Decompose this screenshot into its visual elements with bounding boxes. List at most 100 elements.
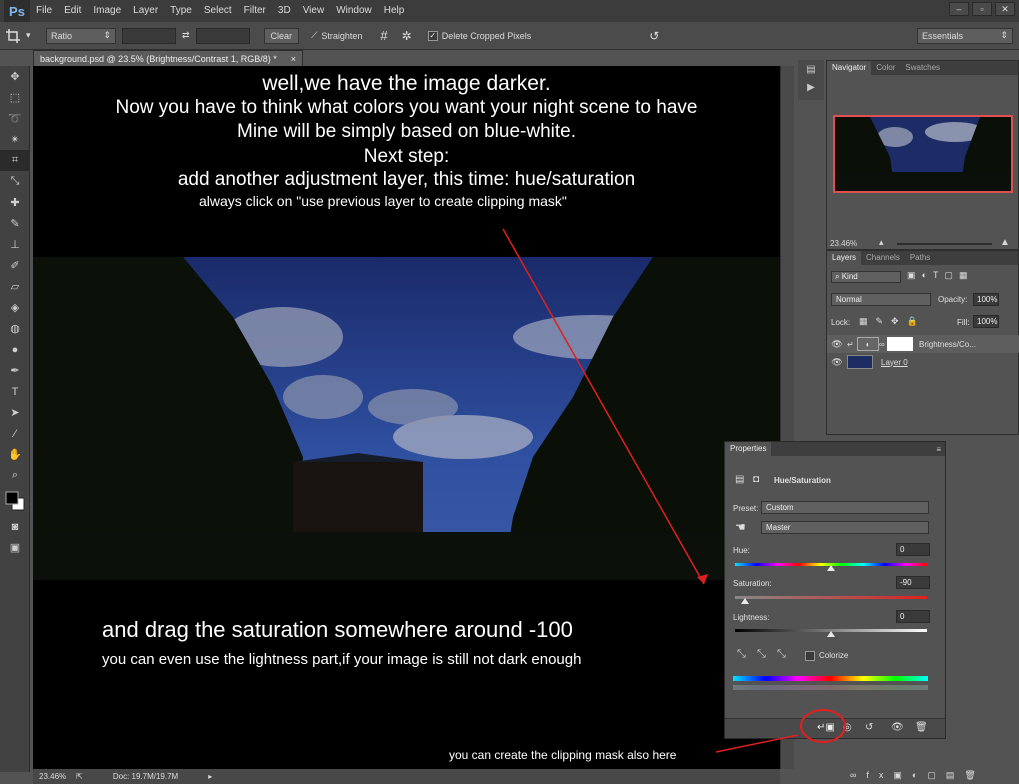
eyedropper-plus-icon[interactable]: ⤡ xyxy=(757,648,766,661)
navigator-zoom-value[interactable]: 23.46% xyxy=(830,239,857,248)
close-tab-icon[interactable]: × xyxy=(291,54,296,64)
menu-edit[interactable]: Edit xyxy=(58,0,87,22)
screen-mode-icon[interactable]: ▣ xyxy=(0,537,30,558)
saturation-slider[interactable] xyxy=(735,596,927,599)
hue-slider-thumb[interactable] xyxy=(827,565,835,571)
quick-mask-icon[interactable]: ◙ xyxy=(0,516,30,537)
reset-icon[interactable]: ↺ xyxy=(865,722,873,733)
menu-3d[interactable]: 3D xyxy=(272,0,297,22)
tab-color[interactable]: Color xyxy=(871,61,900,75)
fill-field[interactable]: 100% xyxy=(973,315,999,328)
eyedropper-icon[interactable]: ⤡ xyxy=(0,171,30,192)
history-panel-icon[interactable]: ▤ xyxy=(798,60,824,78)
width-field[interactable] xyxy=(122,27,176,44)
layers-footer-icons[interactable]: ∞fx▣◐▢▤🗑 xyxy=(850,770,1019,784)
visibility-eye-icon[interactable]: 👁 xyxy=(827,357,847,368)
marquee-tool-icon[interactable]: ⬚ xyxy=(0,87,30,108)
menu-help[interactable]: Help xyxy=(378,0,411,22)
tab-paths[interactable]: Paths xyxy=(905,251,935,265)
document-canvas[interactable]: well,we have the image darker. Now you h… xyxy=(33,66,780,769)
menu-layer[interactable]: Layer xyxy=(127,0,164,22)
tab-navigator[interactable]: Navigator xyxy=(827,61,872,75)
ratio-select[interactable]: Ratio ⇕ xyxy=(46,27,116,44)
zoom-level[interactable]: 23.46% xyxy=(39,772,66,781)
opacity-field[interactable]: 100% xyxy=(973,293,999,306)
blur-icon[interactable]: ◍ xyxy=(0,318,30,339)
close-window-button[interactable]: ✕ xyxy=(995,2,1015,16)
zoom-icon[interactable]: ⌕ xyxy=(0,465,30,486)
brush-icon[interactable]: ✎ xyxy=(0,213,30,234)
paint-bucket-icon[interactable]: ◈ xyxy=(0,297,30,318)
layer-filter-select[interactable]: ⌕ Kind xyxy=(831,271,901,283)
trash-icon[interactable]: 🗑 xyxy=(915,722,928,733)
view-previous-state-icon[interactable]: ◎ xyxy=(843,722,852,733)
eraser-icon[interactable]: ▱ xyxy=(0,276,30,297)
eyedropper-icon[interactable]: ⤡ xyxy=(737,648,746,661)
saturation-field[interactable]: -90 xyxy=(896,576,930,589)
saturation-slider-thumb[interactable] xyxy=(740,598,749,604)
zoom-in-icon[interactable]: ▲ xyxy=(1000,237,1010,248)
hand-icon[interactable]: ✋ xyxy=(0,444,30,465)
workspace-select[interactable]: Essentials ⇕ xyxy=(917,27,1013,44)
menu-view[interactable]: View xyxy=(297,0,331,22)
layer-row[interactable]: 👁 ↵ ◐ ∞ Brightness/Co... xyxy=(827,335,1019,353)
panel-menu-icon[interactable]: ≡ xyxy=(936,445,945,454)
tab-channels[interactable]: Channels xyxy=(861,251,905,265)
healing-brush-icon[interactable]: ✚ xyxy=(0,192,30,213)
delete-cropped-checkbox[interactable]: ✓ xyxy=(427,30,438,41)
menu-window[interactable]: Window xyxy=(330,0,378,22)
dodge-icon[interactable]: ● xyxy=(0,339,30,360)
maximize-button[interactable]: ▫ xyxy=(972,2,992,16)
history-brush-icon[interactable]: ✐ xyxy=(0,255,30,276)
crop-icon[interactable]: ⌗ xyxy=(0,150,30,171)
height-field[interactable] xyxy=(195,27,250,44)
layer-filter-icons[interactable]: ▣◐T▢▦ xyxy=(907,270,973,281)
minimize-button[interactable]: – xyxy=(949,2,969,16)
line-tool-icon[interactable]: ⁄ xyxy=(0,423,30,444)
type-tool-icon[interactable]: T xyxy=(0,381,30,402)
straighten-icon[interactable]: ⟋ xyxy=(311,30,317,41)
visibility-eye-icon[interactable]: 👁 xyxy=(891,722,904,733)
visibility-eye-icon[interactable]: 👁 xyxy=(827,339,847,350)
export-icon[interactable]: ⇱ xyxy=(76,772,83,781)
color-swatches[interactable] xyxy=(0,486,30,516)
menu-image[interactable]: Image xyxy=(87,0,127,22)
path-selection-icon[interactable]: ➤ xyxy=(0,402,30,423)
tab-swatches[interactable]: Swatches xyxy=(900,61,945,75)
lightness-slider-thumb[interactable] xyxy=(827,631,835,637)
menu-filter[interactable]: Filter xyxy=(238,0,272,22)
clone-stamp-icon[interactable]: ⊥ xyxy=(0,234,30,255)
preset-select[interactable]: Custom xyxy=(761,501,929,514)
lock-icons[interactable]: ▦✎✥🔒 xyxy=(859,316,926,327)
crop-tool-icon[interactable] xyxy=(0,28,26,43)
gear-icon[interactable]: ✲ xyxy=(402,29,412,43)
colorize-checkbox[interactable] xyxy=(805,651,815,661)
document-tab[interactable]: background.psd @ 23.5% (Brightness/Contr… xyxy=(33,50,303,66)
hue-field[interactable]: 0 xyxy=(896,543,930,556)
lasso-tool-icon[interactable]: ➰ xyxy=(0,108,30,129)
channel-select[interactable]: Master xyxy=(761,521,929,534)
mask-icon[interactable]: ◘ xyxy=(753,474,759,485)
layer-row[interactable]: 👁 Layer 0 xyxy=(827,353,1019,371)
clip-to-layer-icon[interactable]: ↵▣ xyxy=(817,722,835,733)
menu-file[interactable]: File xyxy=(30,0,58,22)
actions-panel-icon[interactable]: ▶ xyxy=(798,78,824,96)
targeted-adjustment-hand-icon[interactable]: ☚ xyxy=(735,520,746,534)
blend-mode-select[interactable]: Normal xyxy=(831,293,931,306)
pen-icon[interactable]: ✒ xyxy=(0,360,30,381)
zoom-out-icon[interactable]: ▴ xyxy=(879,237,884,248)
navigator-thumbnail[interactable] xyxy=(833,115,1013,193)
tab-layers[interactable]: Layers xyxy=(827,251,862,265)
move-tool-icon[interactable]: ✥ xyxy=(0,66,30,87)
status-menu-arrow-icon[interactable]: ▸ xyxy=(208,772,212,781)
grid-overlay-icon[interactable]: # xyxy=(380,28,387,43)
straighten-label[interactable]: Straighten xyxy=(321,31,362,41)
navigator-zoom-slider[interactable] xyxy=(897,243,992,245)
tool-preset-arrow-icon[interactable]: ▾ xyxy=(26,30,36,41)
magic-wand-icon[interactable]: ✴ xyxy=(0,129,30,150)
swap-icon[interactable]: ⇄ xyxy=(182,30,190,41)
menu-type[interactable]: Type xyxy=(164,0,198,22)
clear-button[interactable]: Clear xyxy=(263,27,300,44)
reset-icon[interactable]: ↺ xyxy=(649,29,659,43)
menu-select[interactable]: Select xyxy=(198,0,238,22)
